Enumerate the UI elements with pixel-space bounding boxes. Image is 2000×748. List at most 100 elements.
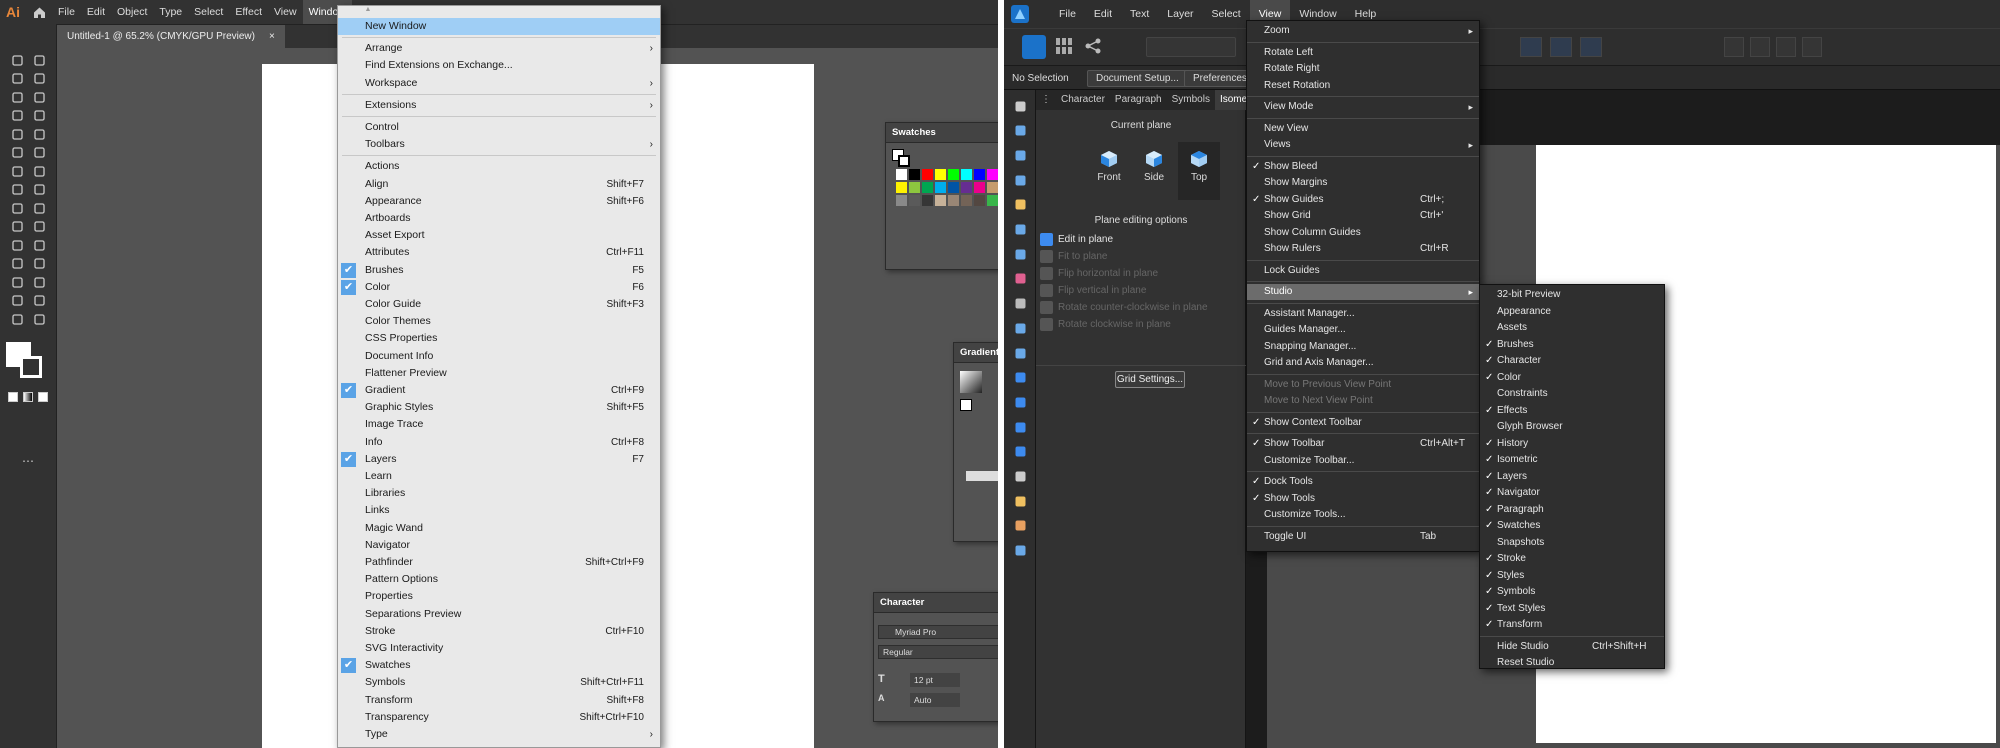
window-menu-item[interactable]: Flattener Preview <box>338 365 660 382</box>
menu-file[interactable]: File <box>52 0 81 24</box>
menu-item[interactable]: View Mode ▸ <box>1247 99 1479 115</box>
menu-item[interactable]: Hide Studio Ctrl+Shift+H <box>1480 639 1664 655</box>
window-menu-item[interactable]: Artboards <box>338 210 660 227</box>
menu-item[interactable]: Appearance <box>1480 304 1664 320</box>
window-menu-item[interactable]: Toolbars › <box>338 136 660 153</box>
menu-item[interactable]: ✓ Character <box>1480 353 1664 369</box>
leading-field[interactable]: Auto <box>910 693 960 707</box>
menu-item[interactable]: Zoom ▸ <box>1247 23 1479 39</box>
share-icon[interactable] <box>1084 37 1102 55</box>
gradient-fill-swatch[interactable] <box>960 399 972 411</box>
swatch[interactable] <box>935 169 946 180</box>
menu-item[interactable]: Lock Guides <box>1247 263 1479 279</box>
swatch[interactable] <box>935 195 946 206</box>
window-menu-item[interactable]: Extensions › <box>338 97 660 114</box>
eyedropper-icon[interactable] <box>8 256 26 272</box>
shape-builder-icon[interactable] <box>8 219 26 235</box>
pen-icon[interactable] <box>8 89 26 105</box>
menu-item[interactable]: ✓ Dock Tools <box>1247 474 1479 490</box>
gradient-slider[interactable] <box>966 471 998 481</box>
window-menu-item[interactable]: Symbols Shift+Ctrl+F11 <box>338 674 660 691</box>
align-icon[interactable] <box>1776 37 1796 57</box>
menu-item[interactable]: Rotate Right <box>1247 61 1479 77</box>
width-icon[interactable] <box>30 182 48 198</box>
menu-item[interactable]: ✓ Styles <box>1480 568 1664 584</box>
window-menu-item[interactable]: Attributes Ctrl+F11 <box>338 244 660 261</box>
column-graph-icon[interactable] <box>30 274 48 290</box>
menu-item[interactable]: Show Margins <box>1247 175 1479 191</box>
menu-item[interactable]: ✓ Symbols <box>1480 584 1664 600</box>
shaper-icon[interactable] <box>30 145 48 161</box>
swatch[interactable] <box>961 195 972 206</box>
stroke-swatch[interactable] <box>898 155 910 167</box>
window-menu-item[interactable]: CSS Properties <box>338 330 660 347</box>
swatch[interactable] <box>896 195 907 206</box>
type-icon[interactable] <box>8 108 26 124</box>
home-icon[interactable] <box>26 0 52 24</box>
window-menu-item[interactable]: Properties <box>338 588 660 605</box>
window-menu-item[interactable]: Image Trace <box>338 416 660 433</box>
window-menu-item[interactable]: Links <box>338 502 660 519</box>
menu-item[interactable]: Grid and Axis Manager... <box>1247 355 1479 371</box>
plane-top-button[interactable]: Top <box>1178 142 1220 200</box>
menu-edit[interactable]: Edit <box>81 0 111 24</box>
menu-item[interactable]: ✓ Layers <box>1480 469 1664 485</box>
vector-crop-icon[interactable] <box>1011 345 1029 361</box>
window-menu-item[interactable]: SVG Interactivity <box>338 640 660 657</box>
window-menu-item[interactable]: Color Themes <box>338 313 660 330</box>
font-size-field[interactable]: 12 pt <box>910 673 960 687</box>
window-menu-item[interactable]: Document Info <box>338 348 660 365</box>
plane-option[interactable]: Edit in plane <box>1040 233 1113 246</box>
swatch[interactable] <box>896 182 907 193</box>
menu-select[interactable]: Select <box>1203 0 1250 28</box>
swatch[interactable] <box>948 182 959 193</box>
menu-item[interactable]: Glyph Browser <box>1480 419 1664 435</box>
menu-scroll-up-icon[interactable]: ▲ <box>358 6 378 18</box>
scale-icon[interactable] <box>8 182 26 198</box>
menu-item[interactable]: ✓ Show Context Toolbar <box>1247 415 1479 431</box>
window-menu-item[interactable]: Libraries <box>338 485 660 502</box>
menu-item[interactable]: Snapshots <box>1480 535 1664 551</box>
donut-icon[interactable] <box>1011 444 1029 460</box>
window-menu-item[interactable]: Transform Shift+F8 <box>338 692 660 709</box>
zoom-icon[interactable] <box>30 311 48 327</box>
menu-item[interactable]: ✓ Show Bleed <box>1247 159 1479 175</box>
rounded-rectangle-icon[interactable] <box>1011 419 1029 435</box>
menu-item[interactable]: Show Rulers Ctrl+R <box>1247 241 1479 257</box>
window-menu-item[interactable]: ✔ Swatches <box>338 657 660 674</box>
swatch[interactable] <box>935 182 946 193</box>
window-menu-item[interactable]: Navigator <box>338 537 660 554</box>
snap-icon[interactable] <box>1550 37 1572 57</box>
menu-item[interactable]: ✓ Color <box>1480 370 1664 386</box>
menu-item[interactable]: Snapping Manager... <box>1247 339 1479 355</box>
gradient-preview[interactable] <box>960 371 982 393</box>
menu-view[interactable]: View <box>268 0 303 24</box>
window-menu-item[interactable]: Appearance Shift+F6 <box>338 193 660 210</box>
stroke-color-swatch[interactable] <box>20 356 42 378</box>
swatch[interactable] <box>987 182 998 193</box>
align-icon[interactable] <box>1802 37 1822 57</box>
swatch[interactable] <box>974 169 985 180</box>
menu-item[interactable]: Show Grid Ctrl+' <box>1247 208 1479 224</box>
close-icon[interactable]: × <box>269 25 275 48</box>
gradient-icon[interactable] <box>30 237 48 253</box>
swatch[interactable] <box>909 182 920 193</box>
swatch[interactable] <box>922 195 933 206</box>
window-menu-item[interactable]: Pathfinder Shift+Ctrl+F9 <box>338 554 660 571</box>
tab-character[interactable]: Character <box>1056 90 1110 110</box>
menu-item[interactable]: Reset Studio <box>1480 655 1664 671</box>
swatch[interactable] <box>987 195 998 206</box>
rotate-icon[interactable] <box>30 163 48 179</box>
swatch[interactable] <box>896 169 907 180</box>
window-menu-item[interactable]: Graphic Styles Shift+F5 <box>338 399 660 416</box>
ellipse-icon[interactable] <box>1011 394 1029 410</box>
menu-layer[interactable]: Layer <box>1158 0 1202 28</box>
window-menu-item[interactable]: Transparency Shift+Ctrl+F10 <box>338 709 660 726</box>
tab-paragraph[interactable]: Paragraph <box>1110 90 1167 110</box>
pen-icon[interactable] <box>1011 197 1029 213</box>
swatch[interactable] <box>909 195 920 206</box>
vector-brush-icon[interactable] <box>1011 246 1029 262</box>
menu-item[interactable]: Views ▸ <box>1247 137 1479 153</box>
menu-item[interactable]: Constraints <box>1480 386 1664 402</box>
window-menu-item[interactable]: ✔ Layers F7 <box>338 451 660 468</box>
